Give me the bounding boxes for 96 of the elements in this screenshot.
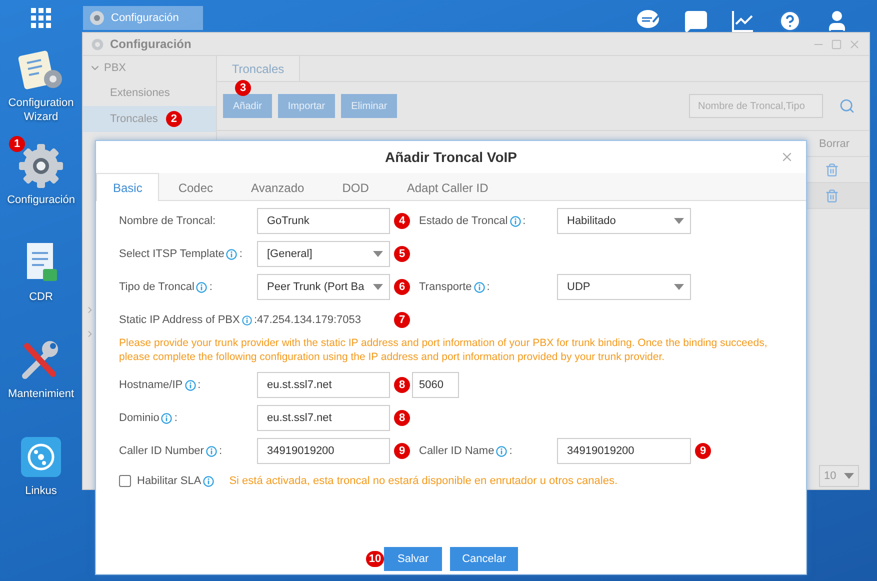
caret-icon	[674, 218, 684, 224]
step-marker: 6	[394, 279, 410, 295]
caret-icon	[373, 284, 383, 290]
label-colon: :	[218, 445, 222, 457]
info-icon[interactable]	[474, 282, 485, 292]
info-icon[interactable]	[203, 476, 214, 486]
help-icon[interactable]	[778, 9, 802, 33]
app-label[interactable]: CDR	[29, 290, 53, 304]
step-marker: 2	[166, 111, 182, 127]
field-label: Transporte	[419, 281, 472, 293]
field-label: Hostname/IP	[119, 379, 183, 391]
field-label: Caller ID Number	[119, 445, 204, 457]
warning-text: Si está activada, esta troncal no estará disponible en enrutador u otros canales.	[229, 475, 618, 487]
info-icon[interactable]	[196, 282, 208, 292]
sidebar-item[interactable]: Troncales 2	[83, 106, 216, 132]
step-marker: 5	[394, 246, 410, 262]
label-colon: :	[522, 215, 526, 227]
gear-icon	[91, 38, 104, 50]
text-field[interactable]: eu.st.ssl7.net	[257, 372, 390, 398]
text-field[interactable]: 34919019200	[557, 438, 691, 464]
label-colon: :	[198, 379, 201, 391]
chat-edit-icon[interactable]	[637, 9, 661, 31]
dropdown[interactable]: Peer Trunk (Port Ba	[257, 274, 390, 300]
static-value: 47.254.134.179:7053	[257, 314, 362, 326]
port-field[interactable]: 5060	[412, 372, 459, 398]
apps-grid-icon[interactable]	[31, 8, 51, 28]
field-label: Tipo de Troncal	[119, 281, 194, 293]
field-label: Dominio	[119, 412, 160, 424]
field-label: Static IP Address of PBX	[119, 314, 240, 326]
step-marker: 9	[695, 443, 711, 459]
close-icon[interactable]	[780, 150, 794, 164]
taskbar-tab[interactable]: Configuración	[83, 6, 203, 30]
app-label[interactable]: Linkus	[25, 484, 57, 498]
info-icon[interactable]	[184, 380, 196, 390]
notice-text: Please provide your trunk provider with the static IP address and port information of your PBX for trunk binding. Once the binding succeeds, please complete the following configuration using the IP address and port information provided by your trunk provider.	[119, 336, 768, 364]
text-field[interactable]: GoTrunk	[257, 208, 390, 234]
label-colon: :	[239, 248, 242, 260]
dialog-title: Añadir Troncal VoIP	[385, 149, 517, 165]
sidebar-group-label[interactable]: PBX	[104, 62, 126, 74]
trash-icon[interactable]	[825, 188, 839, 202]
dropdown[interactable]: Habilitado	[557, 208, 691, 234]
step-marker: 8	[394, 410, 410, 426]
label-colon: :	[174, 412, 178, 424]
step-marker: 8	[394, 377, 410, 393]
line-chart-icon[interactable]	[731, 9, 755, 33]
checkbox[interactable]	[119, 475, 131, 487]
search-icon[interactable]	[839, 98, 855, 114]
checkbox-label: Habilitar SLA	[137, 475, 202, 487]
label-colon: :	[509, 445, 512, 457]
info-icon[interactable]	[496, 446, 508, 456]
app-label[interactable]: Configuration Wizard	[6, 96, 76, 124]
field-label: Nombre de Troncal:	[119, 215, 216, 227]
tab[interactable]: Adapt Caller ID	[388, 173, 508, 201]
field-label: Estado de Troncal	[419, 215, 508, 227]
step-marker: 9	[394, 443, 410, 459]
caret-icon	[674, 284, 684, 290]
linkus-icon[interactable]	[21, 437, 61, 477]
app-label[interactable]: Configuración	[7, 193, 75, 207]
label-colon: :	[209, 281, 212, 293]
message-icon[interactable]	[684, 9, 708, 33]
app-label[interactable]: Mantenimient	[8, 387, 74, 401]
caret-icon	[844, 473, 854, 479]
info-icon[interactable]	[206, 446, 217, 456]
dialog-button[interactable]: Salvar	[384, 547, 442, 571]
page-size-dropdown[interactable]: 10	[819, 465, 859, 487]
text-field[interactable]: eu.st.ssl7.net	[257, 405, 390, 431]
info-icon[interactable]	[226, 248, 238, 260]
tab[interactable]: Avanzado	[232, 173, 324, 201]
step-marker: 10	[366, 551, 384, 567]
info-icon[interactable]	[161, 412, 172, 424]
dropdown[interactable]: [General]	[257, 241, 390, 267]
taskbar-title: Configuración	[111, 12, 179, 24]
caret-icon	[373, 251, 383, 257]
step-marker: 1	[9, 136, 25, 152]
step-marker: 7	[394, 312, 410, 328]
dropdown[interactable]: UDP	[557, 274, 691, 300]
dialog-button[interactable]: Cancelar	[450, 547, 518, 571]
label-colon: :	[486, 281, 490, 293]
maximize-icon[interactable]	[831, 38, 842, 50]
info-icon[interactable]	[242, 314, 252, 326]
sidebar-item[interactable]: Extensiones	[83, 80, 216, 106]
window-title: Configuración	[110, 37, 192, 51]
tab[interactable]: DOD	[323, 173, 388, 201]
search-field[interactable]: Nombre de Troncal,Tipo	[689, 94, 823, 118]
label-colon: :	[254, 314, 257, 326]
field-label: Caller ID Name	[419, 445, 494, 457]
tab[interactable]: Codec	[159, 173, 232, 201]
text-field[interactable]: 34919019200	[257, 438, 390, 464]
field-label: Select ITSP Template	[119, 248, 224, 260]
column-header: Borrar	[819, 138, 851, 150]
tab[interactable]: Basic	[96, 173, 160, 201]
step-marker: 4	[394, 213, 410, 229]
gear-icon	[89, 10, 105, 26]
info-icon[interactable]	[510, 216, 521, 226]
trash-icon[interactable]	[825, 162, 839, 176]
close-icon[interactable]	[848, 38, 861, 50]
